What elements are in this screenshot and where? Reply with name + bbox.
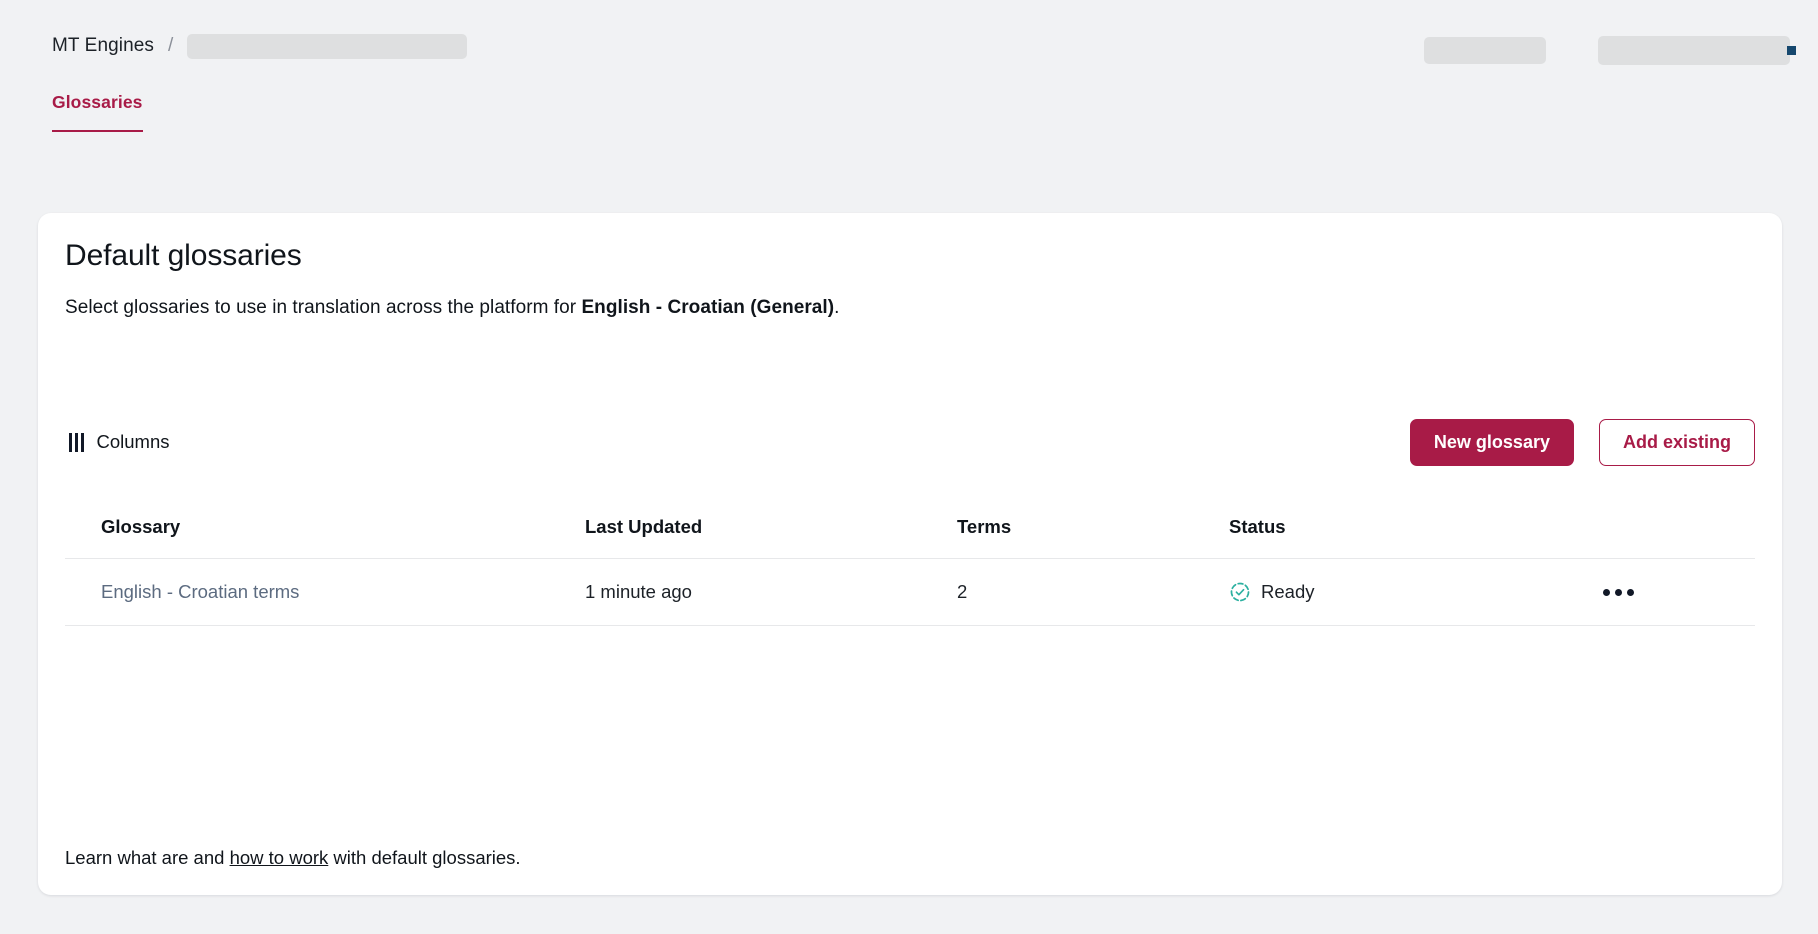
edge-marker-icon [1787,46,1796,55]
cell-terms: 2 [957,581,968,602]
subtitle-prefix: Select glossaries to use in translation … [65,297,582,318]
table-row[interactable]: English - Croatian terms 1 minute ago 2 … [65,559,1755,626]
tab-glossaries[interactable]: Glossaries [52,92,143,132]
cell-actions [1559,581,1755,604]
column-header-terms[interactable]: Terms [957,516,1229,538]
column-header-last-updated[interactable]: Last Updated [585,516,957,538]
footer-prefix: Learn what are and [65,847,230,868]
redacted-control-2[interactable] [1598,36,1790,65]
cell-last-updated: 1 minute ago [585,581,692,602]
tab-bar: Glossaries [52,92,143,132]
page-title: Default glossaries [65,239,302,272]
columns-icon [69,432,84,452]
row-overflow-menu-icon[interactable] [1597,581,1640,604]
app-page: MT Engines / Glossaries Default glossari… [0,0,1818,934]
column-header-status[interactable]: Status [1229,516,1559,538]
glossaries-table: Glossary Last Updated Terms Status Engli… [65,496,1755,626]
table-toolbar: Columns New glossary Add existing [65,418,1755,466]
breadcrumb-root[interactable]: MT Engines [52,35,154,57]
cell-status: Ready [1229,581,1559,603]
columns-button-label: Columns [96,431,170,452]
cell-glossary: English - Croatian terms [65,581,585,603]
subtitle-language-pair: English - Croatian (General) [581,297,835,318]
top-bar: MT Engines / [0,0,1818,92]
glossary-name-link[interactable]: English - Croatian terms [101,581,299,602]
table-header-row: Glossary Last Updated Terms Status [65,496,1755,559]
status-badge: Ready [1229,581,1559,603]
breadcrumb-separator: / [168,35,174,56]
add-existing-button[interactable]: Add existing [1598,418,1755,466]
check-circle-dashed-icon [1230,582,1250,602]
top-bar-actions [1424,36,1796,65]
status-label: Ready [1261,581,1315,602]
new-glossary-button[interactable]: New glossary [1409,418,1574,466]
redacted-control-1[interactable] [1424,37,1546,64]
how-to-work-link[interactable]: how to work [230,847,329,868]
breadcrumb: MT Engines / [52,33,468,59]
breadcrumb-current-redacted[interactable] [187,33,468,59]
column-header-glossary[interactable]: Glossary [65,516,585,538]
toolbar-actions: New glossary Add existing [1409,418,1755,466]
card-subtitle: Select glossaries to use in translation … [65,297,839,319]
footer-suffix: with default glossaries. [328,847,521,868]
card-footer-note: Learn what are and how to work with defa… [65,847,521,869]
default-glossaries-card: Default glossaries Select glossaries to … [38,213,1782,895]
columns-button[interactable]: Columns [65,425,174,459]
subtitle-suffix: . [834,297,840,318]
